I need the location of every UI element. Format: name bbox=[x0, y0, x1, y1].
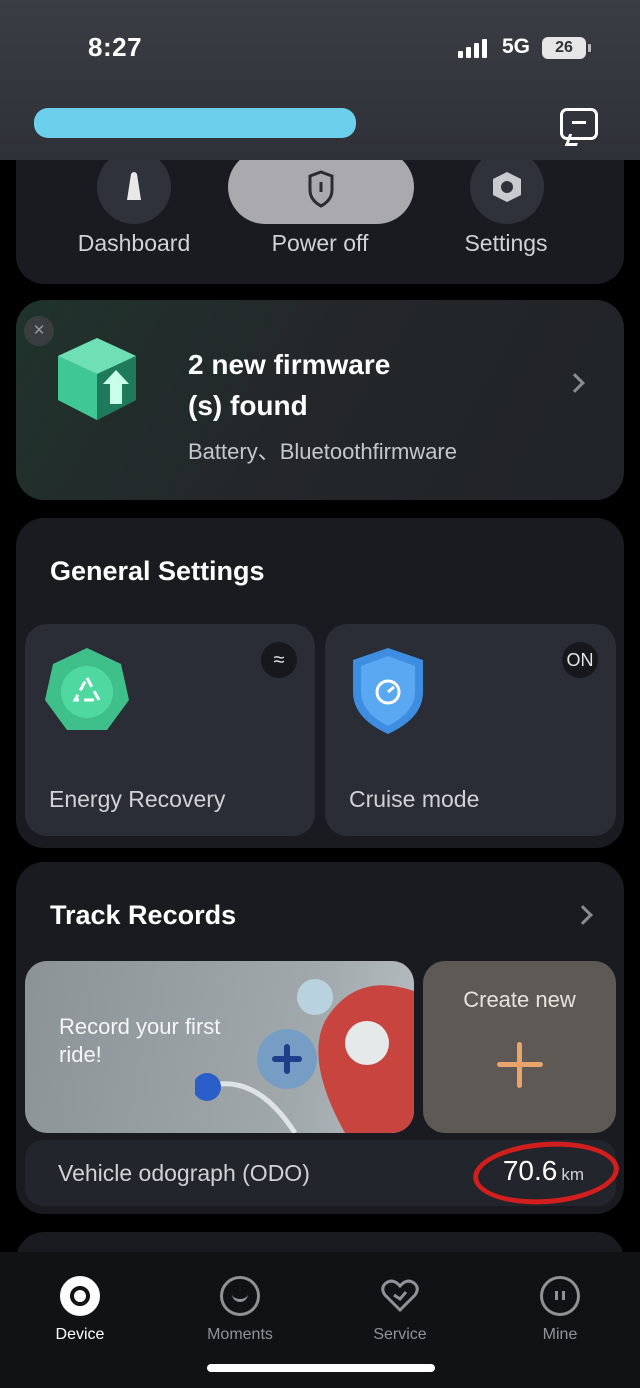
quick-action-power-off[interactable]: Power off bbox=[230, 230, 410, 257]
firmware-title: 2 new firmware (s) found bbox=[188, 349, 391, 421]
cruise-mode-label: Cruise mode bbox=[349, 786, 480, 812]
profile-icon bbox=[540, 1276, 580, 1316]
firmware-cube-icon bbox=[58, 338, 136, 420]
firmware-subtitle: Battery、Bluetoothfirmware bbox=[188, 439, 457, 464]
odometer-label: Vehicle odograph (ODO) bbox=[58, 1160, 310, 1186]
energy-recovery-label: Energy Recovery bbox=[49, 786, 226, 812]
gauge-icon[interactable] bbox=[97, 150, 171, 224]
track-records-card: Track Records Record your first ride! Cr… bbox=[16, 862, 624, 1214]
quick-action-settings[interactable]: Settings bbox=[416, 230, 596, 257]
create-new-label: Create new bbox=[463, 987, 576, 1012]
redacted-vehicle-name bbox=[34, 108, 356, 138]
home-indicator bbox=[207, 1364, 435, 1372]
cruise-mode-tile[interactable]: ON Cruise mode bbox=[325, 624, 616, 836]
speedometer-shield-icon bbox=[353, 648, 423, 734]
device-icon bbox=[60, 1276, 100, 1316]
create-new-track-button[interactable]: Create new bbox=[423, 961, 616, 1133]
cruise-status-badge: ON bbox=[562, 642, 598, 678]
record-prompt-text: Record your first ride! bbox=[59, 1014, 221, 1067]
tab-service[interactable]: Service bbox=[340, 1276, 460, 1344]
tab-moments[interactable]: Moments bbox=[180, 1276, 300, 1344]
recycle-icon bbox=[45, 648, 129, 730]
plus-icon bbox=[517, 1042, 522, 1088]
network-type: 5G bbox=[502, 35, 531, 58]
tab-device[interactable]: Device bbox=[20, 1276, 140, 1344]
message-icon[interactable] bbox=[560, 108, 598, 140]
odometer-value: 70.6 km bbox=[502, 1155, 584, 1186]
quick-action-dashboard[interactable]: Dashboard bbox=[44, 230, 224, 257]
battery-icon: 26 bbox=[542, 37, 591, 59]
firmware-update-card[interactable]: × 2 new firmware (s) found Battery、Bluet… bbox=[16, 300, 624, 500]
chevron-right-icon[interactable] bbox=[573, 905, 593, 925]
signal-icon bbox=[458, 38, 487, 58]
record-first-ride-banner[interactable]: Record your first ride! bbox=[25, 961, 414, 1133]
tab-mine[interactable]: Mine bbox=[500, 1276, 620, 1344]
odometer-row: Vehicle odograph (ODO) 70.6 km bbox=[25, 1136, 621, 1210]
close-icon[interactable]: × bbox=[24, 316, 54, 346]
energy-recovery-tile[interactable]: ≈ Energy Recovery bbox=[25, 624, 315, 836]
section-title: General Settings bbox=[50, 556, 265, 586]
hex-nut-icon[interactable] bbox=[470, 150, 544, 224]
power-off-button[interactable] bbox=[228, 150, 414, 224]
status-bar: 8:27 5G 26 bbox=[0, 0, 640, 160]
smile-chat-icon bbox=[220, 1276, 260, 1316]
chevron-right-icon bbox=[565, 373, 585, 393]
section-title: Track Records bbox=[50, 900, 237, 930]
heart-icon bbox=[380, 1276, 420, 1316]
energy-level-badge: ≈ bbox=[261, 642, 297, 678]
clock: 8:27 bbox=[88, 32, 143, 62]
general-settings-card: General Settings ≈ Energy Recovery ON Cr… bbox=[16, 518, 624, 848]
